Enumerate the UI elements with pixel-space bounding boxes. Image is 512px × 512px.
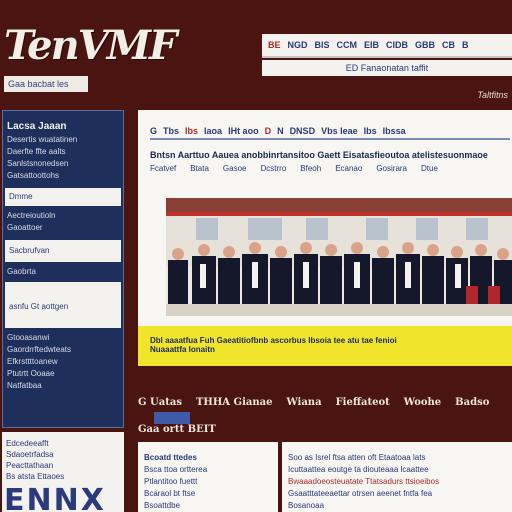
sidebar: Lacsa Jaaan Desertis wuatatinen Daerfte … [2,110,124,428]
top-nav: BE NGD BIS CCM EIB CIDB GBB CB B [262,34,512,58]
section-badge[interactable] [154,412,190,424]
bottom-right-panel: Soo as Isrel ftsa atten oft Etaatoaa lat… [282,442,512,512]
sidebar-search-input[interactable]: Dmme [5,188,121,206]
sub-link[interactable]: Btata [190,164,209,173]
sidebar-link[interactable]: Gatsattoottohs [3,170,123,182]
top-nav-item[interactable]: BE [266,40,283,50]
section-link[interactable]: Fieffateot [336,397,390,408]
top-right-link[interactable]: Taltfitns [477,90,508,100]
sidebar-link[interactable]: Sanlstsnonedsen [3,158,123,170]
more-link[interactable]: Gaa ortt BEIT [138,424,216,435]
section-link[interactable]: G Uatas [138,397,182,408]
sidebar-link[interactable]: Efkrsttttoanew [3,356,123,368]
promo-line: Bs atsta Ettaoes [6,472,65,481]
sidebar-promo-card[interactable]: Edcedeeafft Sdaoetrfadsa Peacttathaan Bs… [2,432,124,512]
sidebar-link[interactable]: Gtooasanwi [3,332,123,344]
sidebar-link[interactable]: Natfatbaa [3,380,123,392]
bottom-left-panel: Bcoatd ttedes Bsca ttoa ortterea Ptlanti… [138,442,278,512]
main-nav-item[interactable]: Iaoa [204,126,222,136]
main-nav-item[interactable]: G [150,126,157,136]
feature-photo[interactable] [166,198,512,316]
sub-link[interactable]: Dtue [421,164,438,173]
main-nav-item[interactable]: Ibs [185,126,198,136]
sidebar-link[interactable]: Gaoattoer [3,222,123,234]
sub-link[interactable]: Gosirara [376,164,407,173]
sub-nav-link[interactable]: ED Fanaonatan taffit [262,60,512,76]
article-line[interactable]: Bsca ttoa ortterea [144,464,272,476]
main-headline[interactable]: Bntsn Aarttuo Aauea anobbinrtansitoo Gae… [150,150,510,160]
sub-link[interactable]: Fcatvef [150,164,176,173]
section-link[interactable]: Woohe [404,397,441,408]
promo-line: Sdaoetrfadsa [6,450,54,459]
section-links: G Uatas THHA Gianae Wiana Fieffateot Woo… [138,392,512,412]
group-photo-image [166,198,512,316]
main-sublinks: Fcatvef Btata Gasoe Dcstrro Bfeoh Ecanao… [150,164,510,173]
sidebar-link[interactable]: Gaobrta [3,266,123,278]
main-nav-item[interactable]: DNSD [290,126,316,136]
top-nav-item[interactable]: NGD [286,40,310,50]
sub-link[interactable]: Gasoe [223,164,247,173]
article-line[interactable]: Bosanoaa [288,500,506,512]
sidebar-select[interactable]: Sacbrufvan [5,240,121,262]
article-line[interactable]: Ptlantitoo fuettt [144,476,272,488]
top-nav-item[interactable]: B [460,40,471,50]
caption-line: Dbl aaaatfua Fuh Gaeatitiofbnb ascorbus … [150,336,397,345]
sub-link[interactable]: Ecanao [335,164,362,173]
promo-big-text: ENNX [4,483,106,512]
article-line[interactable]: Bsoattdbe [144,500,272,512]
main-nav-item[interactable]: D [265,126,272,136]
article-line[interactable]: Bcaraol bt ftse [144,488,272,500]
main-nav-item[interactable]: N [277,126,284,136]
promo-line: Peacttathaan [6,461,54,470]
caption-line: Nuaaattfa Ionaitn [150,345,215,354]
top-nav-item[interactable]: CIDB [384,40,410,50]
section-link[interactable]: THHA Gianae [196,397,273,408]
section-link[interactable]: Badso [455,397,489,408]
sidebar-link[interactable]: Gaordrrftedwteats [3,344,123,356]
main-nav: G Tbs Ibs Iaoa IHt aoo D N DNSD Vbs Ieae… [150,124,510,140]
main-nav-item[interactable]: Vbs Ieae [321,126,358,136]
sidebar-link[interactable]: Aectreioutioln [3,210,123,222]
promo-line: Edcedeeafft [6,439,49,448]
main-panel: G Tbs Ibs Iaoa IHt aoo D N DNSD Vbs Ieae… [138,110,512,366]
site-logo[interactable]: TenVMF [4,22,177,69]
sub-link[interactable]: Dcstrro [261,164,287,173]
article-line[interactable]: Soo as Isrel ftsa atten oft Etaatoaa lat… [288,452,506,464]
top-nav-item[interactable]: CCM [335,40,360,50]
sidebar-link[interactable]: Ptutrtt Ooaae [3,368,123,380]
article-line[interactable]: Gsaatttateeaettar otrsen aeenet fntfa fe… [288,488,506,500]
photo-caption[interactable]: Dbl aaaatfua Fuh Gaeatitiofbnb ascorbus … [138,326,512,366]
top-nav-item[interactable]: EIB [362,40,381,50]
article-line[interactable]: Bcoatd ttedes [144,452,272,464]
sidebar-link[interactable]: Desertis wuatatinen [3,134,123,146]
top-nav-item[interactable]: GBB [413,40,437,50]
top-nav-item[interactable]: CB [440,40,457,50]
main-nav-item[interactable]: IHt aoo [228,126,259,136]
sidebar-link[interactable]: Daerfte ffte aalts [3,146,123,158]
sub-link[interactable]: Bfeoh [300,164,321,173]
article-line[interactable]: Icuttaattea eoutge ta diouteaaa lcaattee [288,464,506,476]
main-nav-item[interactable]: Ibs [364,126,377,136]
sidebar-login-box[interactable]: asnfu Gt aottgen [5,282,121,328]
article-line[interactable]: Bwaaadoeosteuatate Ttatsadurs ttsioeibos [288,476,506,488]
main-nav-item[interactable]: Ibssa [383,126,406,136]
tagline-link[interactable]: Gaa bacbat les [4,76,88,92]
sidebar-title: Lacsa Jaaan [7,121,67,132]
top-nav-item[interactable]: BIS [313,40,332,50]
main-nav-item[interactable]: Tbs [163,126,179,136]
section-link[interactable]: Wiana [286,397,321,408]
